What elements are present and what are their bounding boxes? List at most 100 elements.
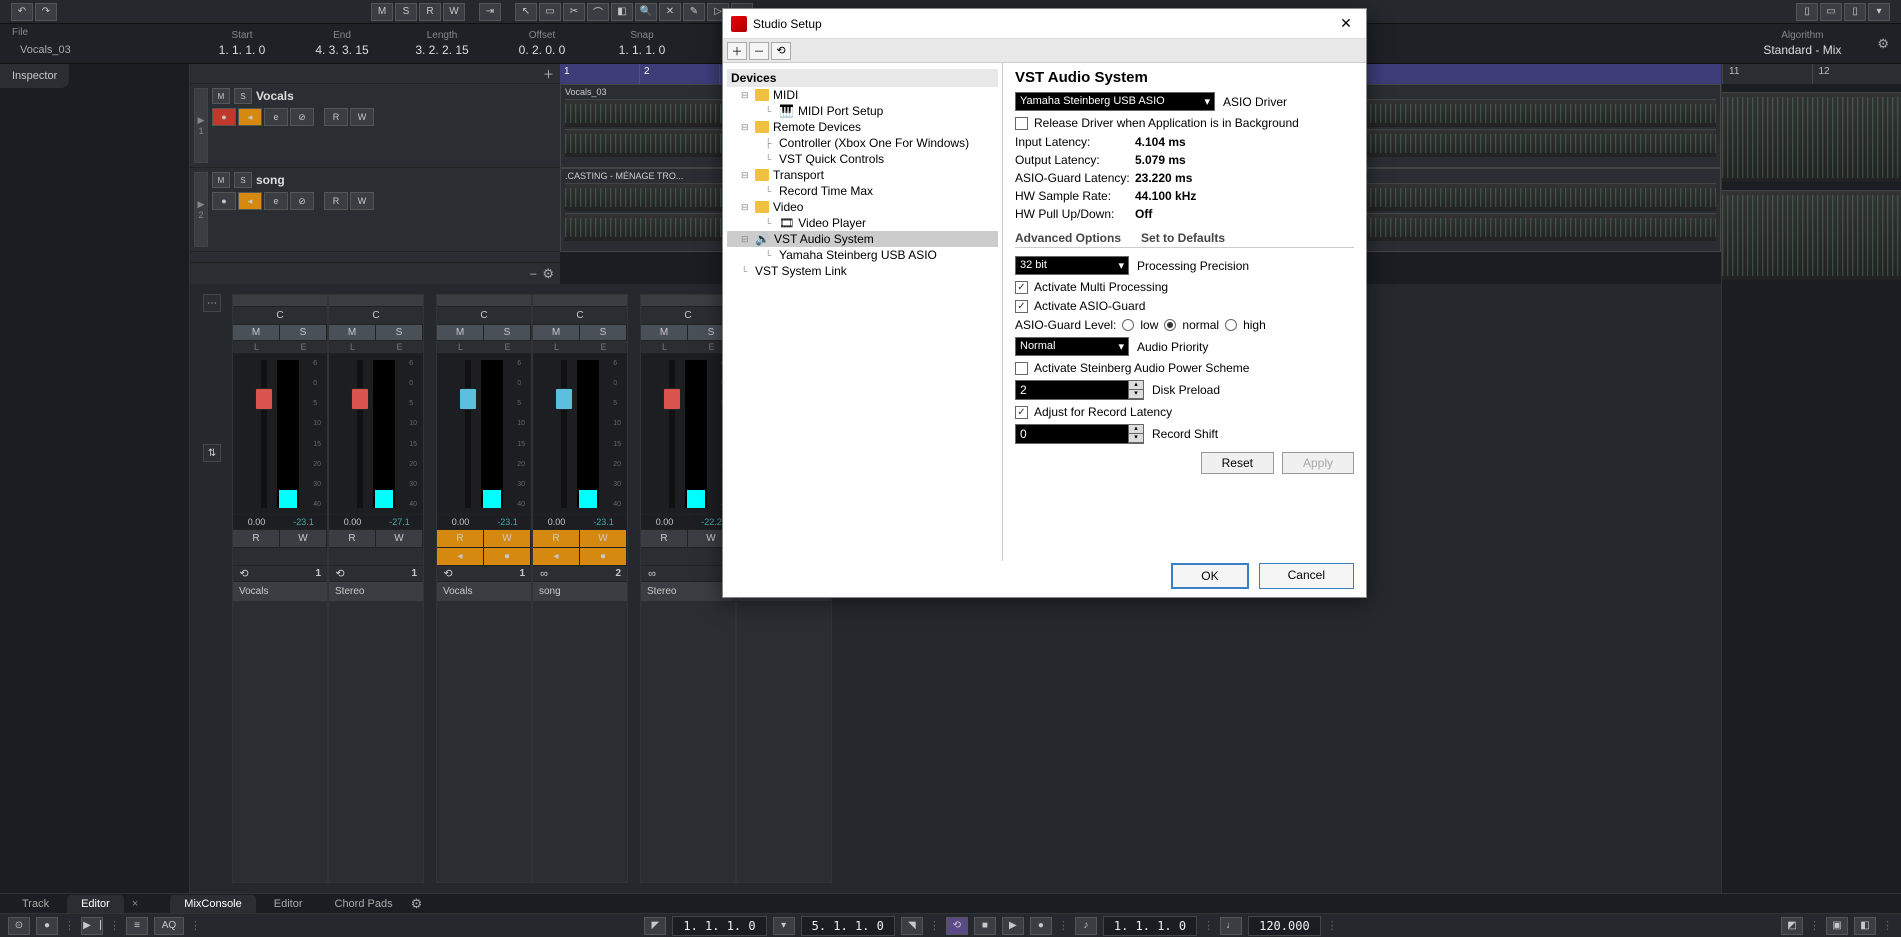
inspector-tab[interactable]: Inspector xyxy=(0,64,69,88)
left-locator-display[interactable]: 1. 1. 1. 0 xyxy=(672,916,766,936)
mute-button[interactable]: M xyxy=(212,88,230,104)
disk-preload-input[interactable]: 2 xyxy=(1015,380,1129,400)
listen-button[interactable]: L xyxy=(533,341,580,353)
freeze-button[interactable]: ⊘ xyxy=(290,108,314,126)
edit-button[interactable]: E xyxy=(376,341,423,353)
freeze-button[interactable]: ⊘ xyxy=(290,192,314,210)
mixer-menu-button[interactable]: ⋯ xyxy=(203,294,221,312)
fader-cap[interactable] xyxy=(663,388,681,410)
draw-tool-button[interactable]: ✎ xyxy=(683,3,705,21)
layout-2-button[interactable]: ▭ xyxy=(1820,3,1842,21)
tree-node-transport[interactable]: ⊟Transport xyxy=(727,167,998,183)
read-auto-button[interactable]: R xyxy=(641,530,688,547)
fader-area[interactable]: 6051015203040 xyxy=(533,354,627,514)
tab-gear-icon[interactable]: ⚙ xyxy=(411,896,423,912)
record-enable-button[interactable]: ● xyxy=(484,548,531,565)
reset-button[interactable]: Reset xyxy=(1201,452,1274,474)
listen-button[interactable]: L xyxy=(641,341,688,353)
write-auto-button[interactable]: W xyxy=(484,530,531,547)
fader-area[interactable]: 6051015203040 xyxy=(641,354,735,514)
aq-button[interactable]: AQ xyxy=(154,917,184,935)
spin-up-button[interactable]: ▴ xyxy=(1129,381,1143,390)
spin-down-button[interactable]: ▾ xyxy=(1129,390,1143,399)
snap-value[interactable]: 1. 1. 1. 0 xyxy=(592,43,692,57)
record-shift-input[interactable]: 0 xyxy=(1015,424,1129,444)
tree-node-midi-port[interactable]: └🎹MIDI Port Setup xyxy=(727,103,998,119)
solo-button[interactable]: S xyxy=(280,325,327,340)
output-icon[interactable]: ⟲ xyxy=(233,567,255,580)
read-auto-button[interactable]: R xyxy=(329,530,376,547)
mute-button[interactable]: M xyxy=(437,325,484,340)
fader-cap[interactable] xyxy=(459,388,477,410)
peak-value[interactable]: -23.1 xyxy=(484,515,531,529)
undo-button[interactable]: ↶ xyxy=(11,3,33,21)
solo-button[interactable]: S xyxy=(376,325,423,340)
channel-name[interactable]: Vocals xyxy=(437,581,531,601)
volume-value[interactable]: 0.00 xyxy=(641,515,688,529)
tree-node-vst-link[interactable]: └VST System Link xyxy=(727,263,998,279)
monitor-button[interactable]: ◂ xyxy=(238,192,262,210)
edit-button[interactable]: E xyxy=(280,341,327,353)
fader-area[interactable]: 6051015203040 xyxy=(233,354,327,514)
marker-list-button[interactable]: ≡ xyxy=(126,917,148,935)
close-button[interactable]: ✕ xyxy=(1334,12,1358,36)
marker-button[interactable]: ◩ xyxy=(1781,917,1803,935)
read-all-button[interactable]: R xyxy=(419,3,441,21)
record-enable-button[interactable]: ● xyxy=(580,548,627,565)
mixer-channel[interactable]: CMSLE60510152030400.00-23.1RW◂●⟲1Vocals xyxy=(436,294,532,883)
channel-name[interactable]: song xyxy=(533,581,627,601)
channel-name[interactable]: Stereo xyxy=(329,581,423,601)
algorithm-value[interactable]: Standard - Mix xyxy=(1727,43,1877,57)
peak-value[interactable]: -23.1 xyxy=(280,515,327,529)
mute-button[interactable]: M xyxy=(329,325,376,340)
mute-button[interactable]: M xyxy=(533,325,580,340)
tab-editor-right[interactable]: Editor xyxy=(260,895,317,913)
channel-name[interactable]: Stereo xyxy=(641,581,735,601)
fader-cap[interactable] xyxy=(255,388,273,410)
mixer-channel[interactable]: CMSLE60510152030400.00-27.1RW⟲1Stereo xyxy=(328,294,424,883)
read-auto-button[interactable]: R xyxy=(324,108,348,126)
monitor-button[interactable]: ◂ xyxy=(533,548,580,565)
tree-node-vst-quick[interactable]: └VST Quick Controls xyxy=(727,151,998,167)
asio-guard-checkbox[interactable] xyxy=(1015,300,1028,313)
mute-button[interactable]: M xyxy=(641,325,688,340)
scissors-tool-button[interactable]: ✂ xyxy=(563,3,585,21)
listen-button[interactable]: L xyxy=(329,341,376,353)
glue-tool-button[interactable]: ⌒ xyxy=(587,3,609,21)
read-auto-button[interactable]: R xyxy=(233,530,280,547)
volume-value[interactable]: 0.00 xyxy=(533,515,580,529)
add-device-button[interactable]: ＋ xyxy=(727,42,747,60)
write-auto-button[interactable]: W xyxy=(350,108,374,126)
tempo-display[interactable]: 120.000 xyxy=(1248,916,1321,936)
fader-area[interactable]: 6051015203040 xyxy=(329,354,423,514)
output-icon[interactable]: ∞ xyxy=(533,568,555,580)
auto-scroll-button[interactable]: ⇥ xyxy=(479,3,501,21)
start-value[interactable]: 1. 1. 1. 0 xyxy=(192,43,292,57)
tree-node-video[interactable]: ⊟Video xyxy=(727,199,998,215)
ok-button[interactable]: OK xyxy=(1171,563,1248,589)
mixer-channel[interactable]: CMSLE60510152030400.00-23.1RW⟲1Vocals xyxy=(232,294,328,883)
tab-editor-left[interactable]: Editor xyxy=(67,895,124,913)
primary-time-format-button[interactable]: ♪ xyxy=(1075,917,1097,935)
fader-area[interactable]: 6051015203040 xyxy=(437,354,531,514)
peak-value[interactable]: -27.1 xyxy=(376,515,423,529)
position-display[interactable]: 1. 1. 1. 0 xyxy=(1103,916,1197,936)
solo-button[interactable]: S xyxy=(234,88,252,104)
left-locator-button[interactable]: ◤ xyxy=(644,917,666,935)
tab-track[interactable]: Track xyxy=(8,895,63,913)
layout-dropdown-button[interactable]: ▾ xyxy=(1868,3,1890,21)
solo-button[interactable]: S xyxy=(484,325,531,340)
track-footer-minus[interactable]: – xyxy=(530,268,536,280)
volume-value[interactable]: 0.00 xyxy=(437,515,484,529)
read-auto-button[interactable]: R xyxy=(533,530,580,547)
zoom-tool-button[interactable]: 🔍 xyxy=(635,3,657,21)
layout-3-button[interactable]: ▯ xyxy=(1844,3,1866,21)
arrow-tool-button[interactable]: ↖ xyxy=(515,3,537,21)
locator-down-button[interactable]: ▾ xyxy=(773,917,795,935)
pan-value[interactable]: C xyxy=(233,307,327,325)
add-track-button[interactable]: ＋ xyxy=(543,66,554,82)
pan-value[interactable]: C xyxy=(533,307,627,325)
set-defaults-link[interactable]: Set to Defaults xyxy=(1141,231,1225,245)
offset-value[interactable]: 0. 2. 0. 0 xyxy=(492,43,592,57)
reset-device-button[interactable]: ⟲ xyxy=(771,42,791,60)
